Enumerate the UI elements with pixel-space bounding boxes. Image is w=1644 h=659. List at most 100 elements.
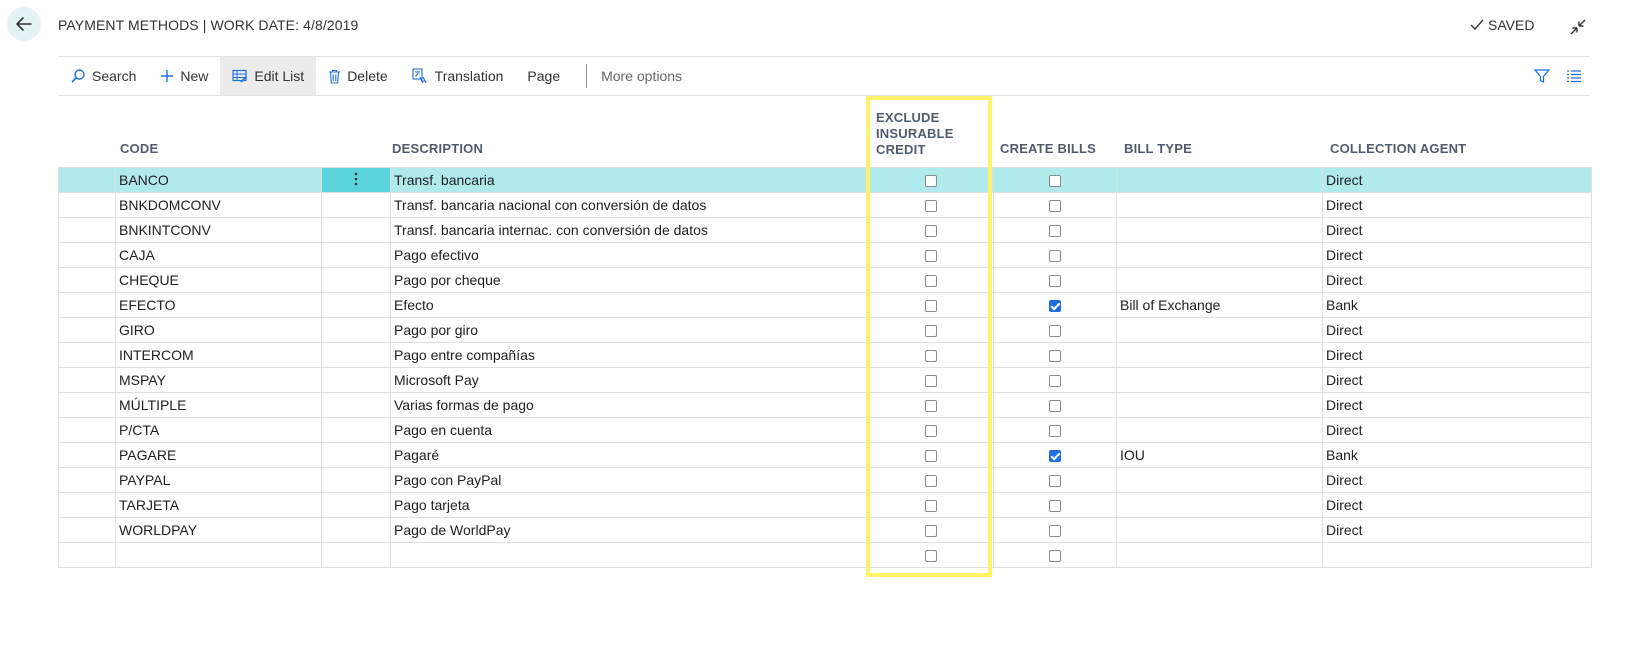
description-cell[interactable]: Transf. bancaria internac. con conversió…	[390, 217, 869, 243]
bill-type-cell[interactable]: Bill of Exchange	[1116, 292, 1323, 318]
row-menu-cell[interactable]	[321, 542, 391, 568]
create-bills-checkbox[interactable]	[1049, 200, 1061, 213]
row-indicator-cell[interactable]	[58, 417, 116, 443]
column-header-description[interactable]: DESCRIPTION	[392, 141, 483, 157]
collection-agent-cell[interactable]: Direct	[1322, 242, 1592, 268]
code-cell[interactable]: MÚLTIPLE	[115, 392, 322, 418]
description-cell[interactable]: Pago entre compañías	[390, 342, 869, 368]
create-bills-cell[interactable]	[993, 442, 1117, 468]
exclude-insurable-credit-checkbox[interactable]	[925, 175, 937, 188]
row-menu-cell[interactable]	[321, 192, 391, 218]
code-cell[interactable]: BNKINTCONV	[115, 217, 322, 243]
exclude-insurable-credit-checkbox[interactable]	[925, 350, 937, 363]
create-bills-cell[interactable]	[993, 417, 1117, 443]
bill-type-cell[interactable]	[1116, 517, 1323, 543]
exclude-insurable-credit-cell[interactable]	[868, 167, 994, 193]
row-menu-cell[interactable]	[321, 342, 391, 368]
create-bills-cell[interactable]	[993, 517, 1117, 543]
create-bills-cell[interactable]	[993, 492, 1117, 518]
exclude-insurable-credit-cell[interactable]	[868, 517, 994, 543]
row-indicator-cell[interactable]	[58, 517, 116, 543]
code-cell[interactable]: WORLDPAY	[115, 517, 322, 543]
collapse-button[interactable]	[1568, 17, 1588, 37]
create-bills-checkbox[interactable]	[1049, 225, 1061, 238]
exclude-insurable-credit-checkbox[interactable]	[925, 450, 937, 463]
exclude-insurable-credit-checkbox[interactable]	[925, 325, 937, 338]
create-bills-cell[interactable]	[993, 217, 1117, 243]
table-row[interactable]: CHEQUE Pago por cheque Direct	[58, 267, 1592, 293]
row-indicator-cell[interactable]	[58, 367, 116, 393]
delete-button[interactable]: Delete	[316, 57, 399, 95]
collection-agent-cell[interactable]: Direct	[1322, 417, 1592, 443]
exclude-insurable-credit-cell[interactable]	[868, 217, 994, 243]
exclude-insurable-credit-checkbox[interactable]	[925, 400, 937, 413]
exclude-insurable-credit-cell[interactable]	[868, 292, 994, 318]
description-cell[interactable]: Pagaré	[390, 442, 869, 468]
table-row[interactable]: P/CTA Pago en cuenta Direct	[58, 417, 1592, 443]
table-row[interactable]: PAGARE Pagaré IOU Bank	[58, 442, 1592, 468]
create-bills-checkbox[interactable]	[1049, 525, 1061, 538]
bill-type-cell[interactable]	[1116, 492, 1323, 518]
exclude-insurable-credit-cell[interactable]	[868, 242, 994, 268]
code-cell[interactable]: PAYPAL	[115, 467, 322, 493]
bill-type-cell[interactable]	[1116, 217, 1323, 243]
list-view-icon[interactable]	[1566, 69, 1582, 83]
table-row[interactable]: GIRO Pago por giro Direct	[58, 317, 1592, 343]
create-bills-cell[interactable]	[993, 242, 1117, 268]
row-indicator-cell[interactable]	[58, 392, 116, 418]
bill-type-cell[interactable]	[1116, 392, 1323, 418]
description-cell[interactable]: Pago con PayPal	[390, 467, 869, 493]
row-menu-cell[interactable]	[321, 217, 391, 243]
create-bills-checkbox[interactable]	[1049, 300, 1061, 313]
code-cell[interactable]: CHEQUE	[115, 267, 322, 293]
row-indicator-cell[interactable]	[58, 192, 116, 218]
create-bills-checkbox[interactable]	[1049, 350, 1061, 363]
collection-agent-cell[interactable]: Direct	[1322, 267, 1592, 293]
row-menu-cell[interactable]	[321, 492, 391, 518]
row-indicator-cell[interactable]	[58, 492, 116, 518]
column-header-exclude-insurable-credit[interactable]: EXCLUDE INSURABLE CREDIT	[876, 110, 954, 158]
code-cell[interactable]: EFECTO	[115, 292, 322, 318]
column-header-create-bills[interactable]: CREATE BILLS	[1000, 141, 1096, 157]
create-bills-checkbox[interactable]	[1049, 425, 1061, 438]
code-cell[interactable]: MSPAY	[115, 367, 322, 393]
exclude-insurable-credit-cell[interactable]	[868, 267, 994, 293]
collection-agent-cell[interactable]: Direct	[1322, 317, 1592, 343]
row-indicator-cell[interactable]	[58, 167, 116, 193]
collection-agent-cell[interactable]: Direct	[1322, 467, 1592, 493]
exclude-insurable-credit-cell[interactable]	[868, 317, 994, 343]
description-cell[interactable]: Varias formas de pago	[390, 392, 869, 418]
table-row[interactable]: MSPAY Microsoft Pay Direct	[58, 367, 1592, 393]
create-bills-checkbox[interactable]	[1049, 550, 1061, 563]
code-cell[interactable]: BANCO	[115, 167, 322, 193]
row-menu-cell[interactable]	[321, 242, 391, 268]
code-cell[interactable]: INTERCOM	[115, 342, 322, 368]
create-bills-cell[interactable]	[993, 317, 1117, 343]
description-cell[interactable]: Transf. bancaria nacional con conversión…	[390, 192, 869, 218]
row-menu-cell[interactable]	[321, 317, 391, 343]
exclude-insurable-credit-checkbox[interactable]	[925, 250, 937, 263]
exclude-insurable-credit-cell[interactable]	[868, 542, 994, 568]
row-menu-cell[interactable]	[321, 442, 391, 468]
bill-type-cell[interactable]	[1116, 417, 1323, 443]
description-cell[interactable]	[390, 542, 869, 568]
table-row[interactable]: BNKINTCONV Transf. bancaria internac. con…	[58, 217, 1592, 243]
exclude-insurable-credit-checkbox[interactable]	[925, 500, 937, 513]
exclude-insurable-credit-checkbox[interactable]	[925, 550, 937, 563]
table-row[interactable]: MÚLTIPLE Varias formas de pago Direct	[58, 392, 1592, 418]
table-row[interactable]: TARJETA Pago tarjeta Direct	[58, 492, 1592, 518]
exclude-insurable-credit-checkbox[interactable]	[925, 275, 937, 288]
row-menu-cell[interactable]	[321, 167, 391, 193]
table-row[interactable]: EFECTO Efecto Bill of Exchange Bank	[58, 292, 1592, 318]
table-row[interactable]: INTERCOM Pago entre compañías Direct	[58, 342, 1592, 368]
filter-icon[interactable]	[1534, 68, 1550, 84]
description-cell[interactable]: Pago por giro	[390, 317, 869, 343]
bill-type-cell[interactable]	[1116, 342, 1323, 368]
page-menu-button[interactable]: Page	[515, 57, 572, 95]
code-cell[interactable]: TARJETA	[115, 492, 322, 518]
collection-agent-cell[interactable]: Direct	[1322, 342, 1592, 368]
exclude-insurable-credit-checkbox[interactable]	[925, 425, 937, 438]
row-menu-cell[interactable]	[321, 292, 391, 318]
bill-type-cell[interactable]	[1116, 467, 1323, 493]
row-menu-cell[interactable]	[321, 417, 391, 443]
